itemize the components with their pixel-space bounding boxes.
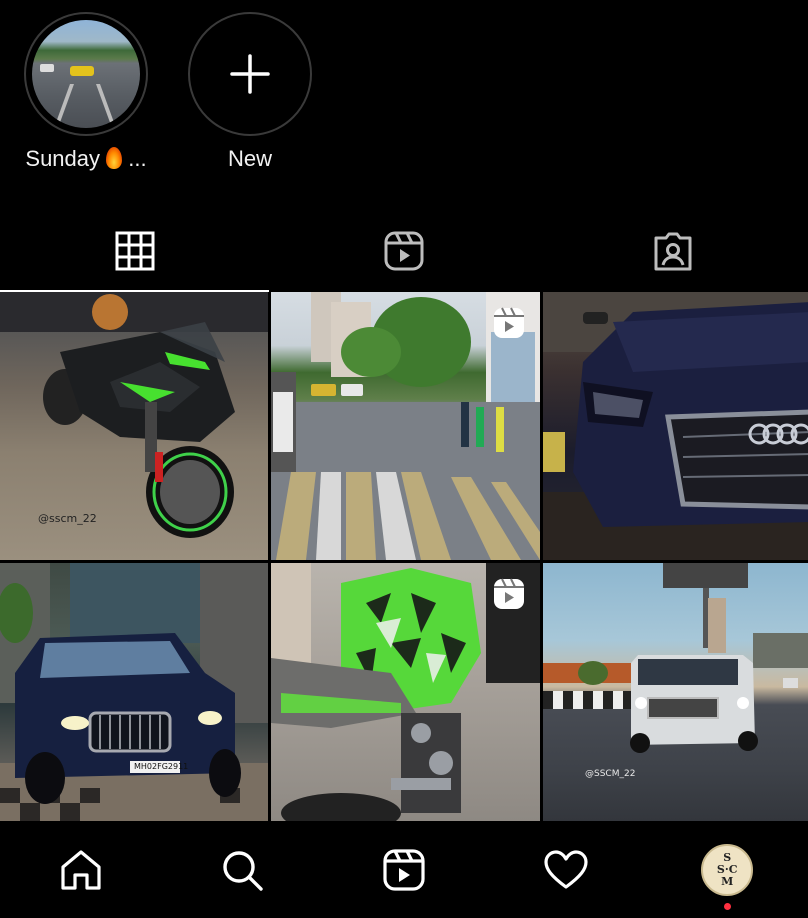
post-image bbox=[543, 563, 808, 753]
post-thumbnail[interactable] bbox=[543, 292, 808, 560]
reels-icon bbox=[383, 849, 425, 891]
tab-reels[interactable] bbox=[269, 210, 538, 292]
nav-search[interactable] bbox=[162, 822, 324, 918]
post-thumbnail[interactable]: @SSCM_22 bbox=[543, 563, 808, 821]
post-thumbnail[interactable]: MH02FG2911 bbox=[0, 563, 268, 821]
nav-reels[interactable] bbox=[323, 822, 485, 918]
bottom-navigation: S S·C M bbox=[0, 822, 808, 918]
tab-grid[interactable] bbox=[0, 210, 270, 292]
post-thumbnail[interactable] bbox=[271, 292, 540, 560]
heart-icon bbox=[543, 850, 588, 889]
highlight-label: New bbox=[227, 146, 272, 171]
avatar: S S·C M bbox=[701, 844, 754, 896]
nav-profile[interactable]: S S·C M bbox=[646, 822, 808, 918]
post-thumbnail[interactable] bbox=[271, 563, 540, 821]
highlight-new[interactable]: New bbox=[184, 12, 316, 172]
nav-activity[interactable] bbox=[485, 822, 647, 918]
post-thumbnail[interactable]: @sscm_22 bbox=[0, 292, 268, 560]
notification-dot bbox=[724, 903, 732, 910]
post-watermark: @SSCM_22 bbox=[585, 769, 636, 779]
highlight-ring[interactable] bbox=[24, 12, 148, 136]
nav-home[interactable] bbox=[0, 822, 162, 918]
post-watermark: @sscm_22 bbox=[38, 512, 97, 525]
home-icon bbox=[61, 850, 101, 890]
tab-tagged[interactable] bbox=[539, 210, 808, 292]
tagged-icon bbox=[654, 232, 692, 271]
reel-badge-icon bbox=[494, 578, 524, 609]
posts-grid: @sscm_22 MH02FG2911 @SSCM_22 bbox=[0, 292, 808, 822]
fire-emoji-icon bbox=[106, 147, 123, 169]
story-highlights: Sunday ... New bbox=[20, 12, 316, 172]
grid-icon bbox=[115, 231, 155, 271]
plus-icon bbox=[230, 54, 270, 94]
license-plate: MH02FG2911 bbox=[134, 762, 189, 771]
post-image bbox=[543, 292, 808, 560]
reels-icon bbox=[384, 231, 424, 271]
highlight-label: Sunday ... bbox=[25, 146, 147, 171]
post-image bbox=[0, 563, 268, 821]
search-icon bbox=[223, 851, 264, 891]
highlight-cover-image bbox=[32, 20, 140, 128]
profile-tabs bbox=[0, 210, 808, 292]
new-highlight-button[interactable] bbox=[188, 12, 312, 136]
highlight-sunday[interactable]: Sunday ... bbox=[20, 12, 152, 172]
reel-badge-icon bbox=[494, 307, 524, 338]
